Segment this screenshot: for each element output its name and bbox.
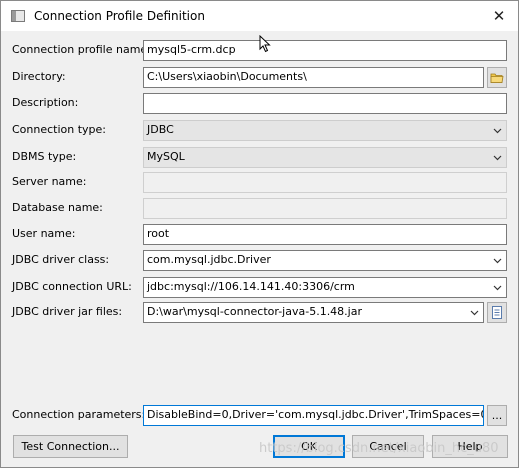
row-connection-params: Connection parameters: DisableBind=0,Dri… [1,405,519,427]
user-name-label: User name: [12,227,76,240]
jdbc-jar-combo[interactable]: D:\war\mysql-connector-java-5.1.48.jar [143,302,484,323]
connection-type-value: JDBC [147,123,174,136]
server-name-label: Server name: [12,175,87,188]
jdbc-jar-label: JDBC driver jar files: [12,305,123,318]
connection-params-browse-button[interactable]: ... [487,405,507,426]
connection-type-label: Connection type: [12,123,107,136]
connection-type-select[interactable]: JDBC [143,120,507,141]
directory-label: Directory: [12,70,66,83]
row-database-name: Database name: [1,198,519,220]
chevron-down-icon[interactable] [468,306,481,319]
row-dbms-type: DBMS type: MySQL [1,147,519,169]
profile-name-label: Connection profile name: [12,43,151,56]
connection-params-label: Connection parameters: [12,408,146,421]
database-name-input[interactable] [143,198,507,219]
dialog-window: Connection Profile Definition ✕ Connecti… [0,0,519,468]
row-user-name: User name: root [1,224,519,246]
jdbc-url-label: JDBC connection URL: [12,280,132,293]
row-connection-type: Connection type: JDBC [1,120,519,142]
jdbc-driver-class-combo[interactable]: com.mysql.jdbc.Driver [143,250,507,271]
jdbc-driver-class-value: com.mysql.jdbc.Driver [147,253,271,266]
connection-params-input[interactable]: DisableBind=0,Driver='com.mysql.jdbc.Dri… [143,405,484,426]
row-jdbc-jar: JDBC driver jar files: D:\war\mysql-conn… [1,302,519,324]
directory-input[interactable]: C:\Users\xiaobin\Documents\ [143,67,484,88]
row-jdbc-driver-class: JDBC driver class: com.mysql.jdbc.Driver [1,250,519,272]
row-directory: Directory: C:\Users\xiaobin\Documents\ [1,67,519,89]
dbms-type-value: MySQL [147,150,185,163]
mouse-pointer-icon [259,35,271,53]
dbms-type-select[interactable]: MySQL [143,147,507,168]
row-description: Description: [1,93,519,115]
dialog-title: Connection Profile Definition [34,9,205,23]
server-name-input[interactable] [143,172,507,193]
test-connection-button[interactable]: Test Connection... [13,435,128,458]
folder-icon [490,73,504,83]
directory-browse-button[interactable] [487,67,507,88]
document-list-icon [492,306,502,319]
profile-name-input[interactable]: mysql5-crm.dcp [143,40,507,61]
jdbc-url-combo[interactable]: jdbc:mysql://106.14.141.40:3306/crm [143,277,507,298]
jdbc-jar-value: D:\war\mysql-connector-java-5.1.48.jar [147,305,362,318]
jdbc-url-value: jdbc:mysql://106.14.141.40:3306/crm [147,280,355,293]
database-name-label: Database name: [12,201,103,214]
row-server-name: Server name: [1,172,519,194]
description-input[interactable] [143,93,507,114]
jdbc-driver-class-label: JDBC driver class: [12,253,110,266]
chevron-down-icon[interactable] [491,281,504,294]
chevron-down-icon [493,128,502,134]
app-window-icon [11,10,25,22]
row-jdbc-url: JDBC connection URL: jdbc:mysql://106.14… [1,277,519,299]
chevron-down-icon[interactable] [491,254,504,267]
chevron-down-icon [493,155,502,161]
jdbc-jar-browse-button[interactable] [487,302,507,323]
user-name-input[interactable]: root [143,224,507,245]
title-bar: Connection Profile Definition ✕ [1,1,518,31]
dbms-type-label: DBMS type: [12,150,77,163]
description-label: Description: [12,96,79,109]
watermark-text: https://blog.csdn.net/xiaobin_hc_u80 [259,441,499,456]
close-button[interactable]: ✕ [488,5,510,27]
